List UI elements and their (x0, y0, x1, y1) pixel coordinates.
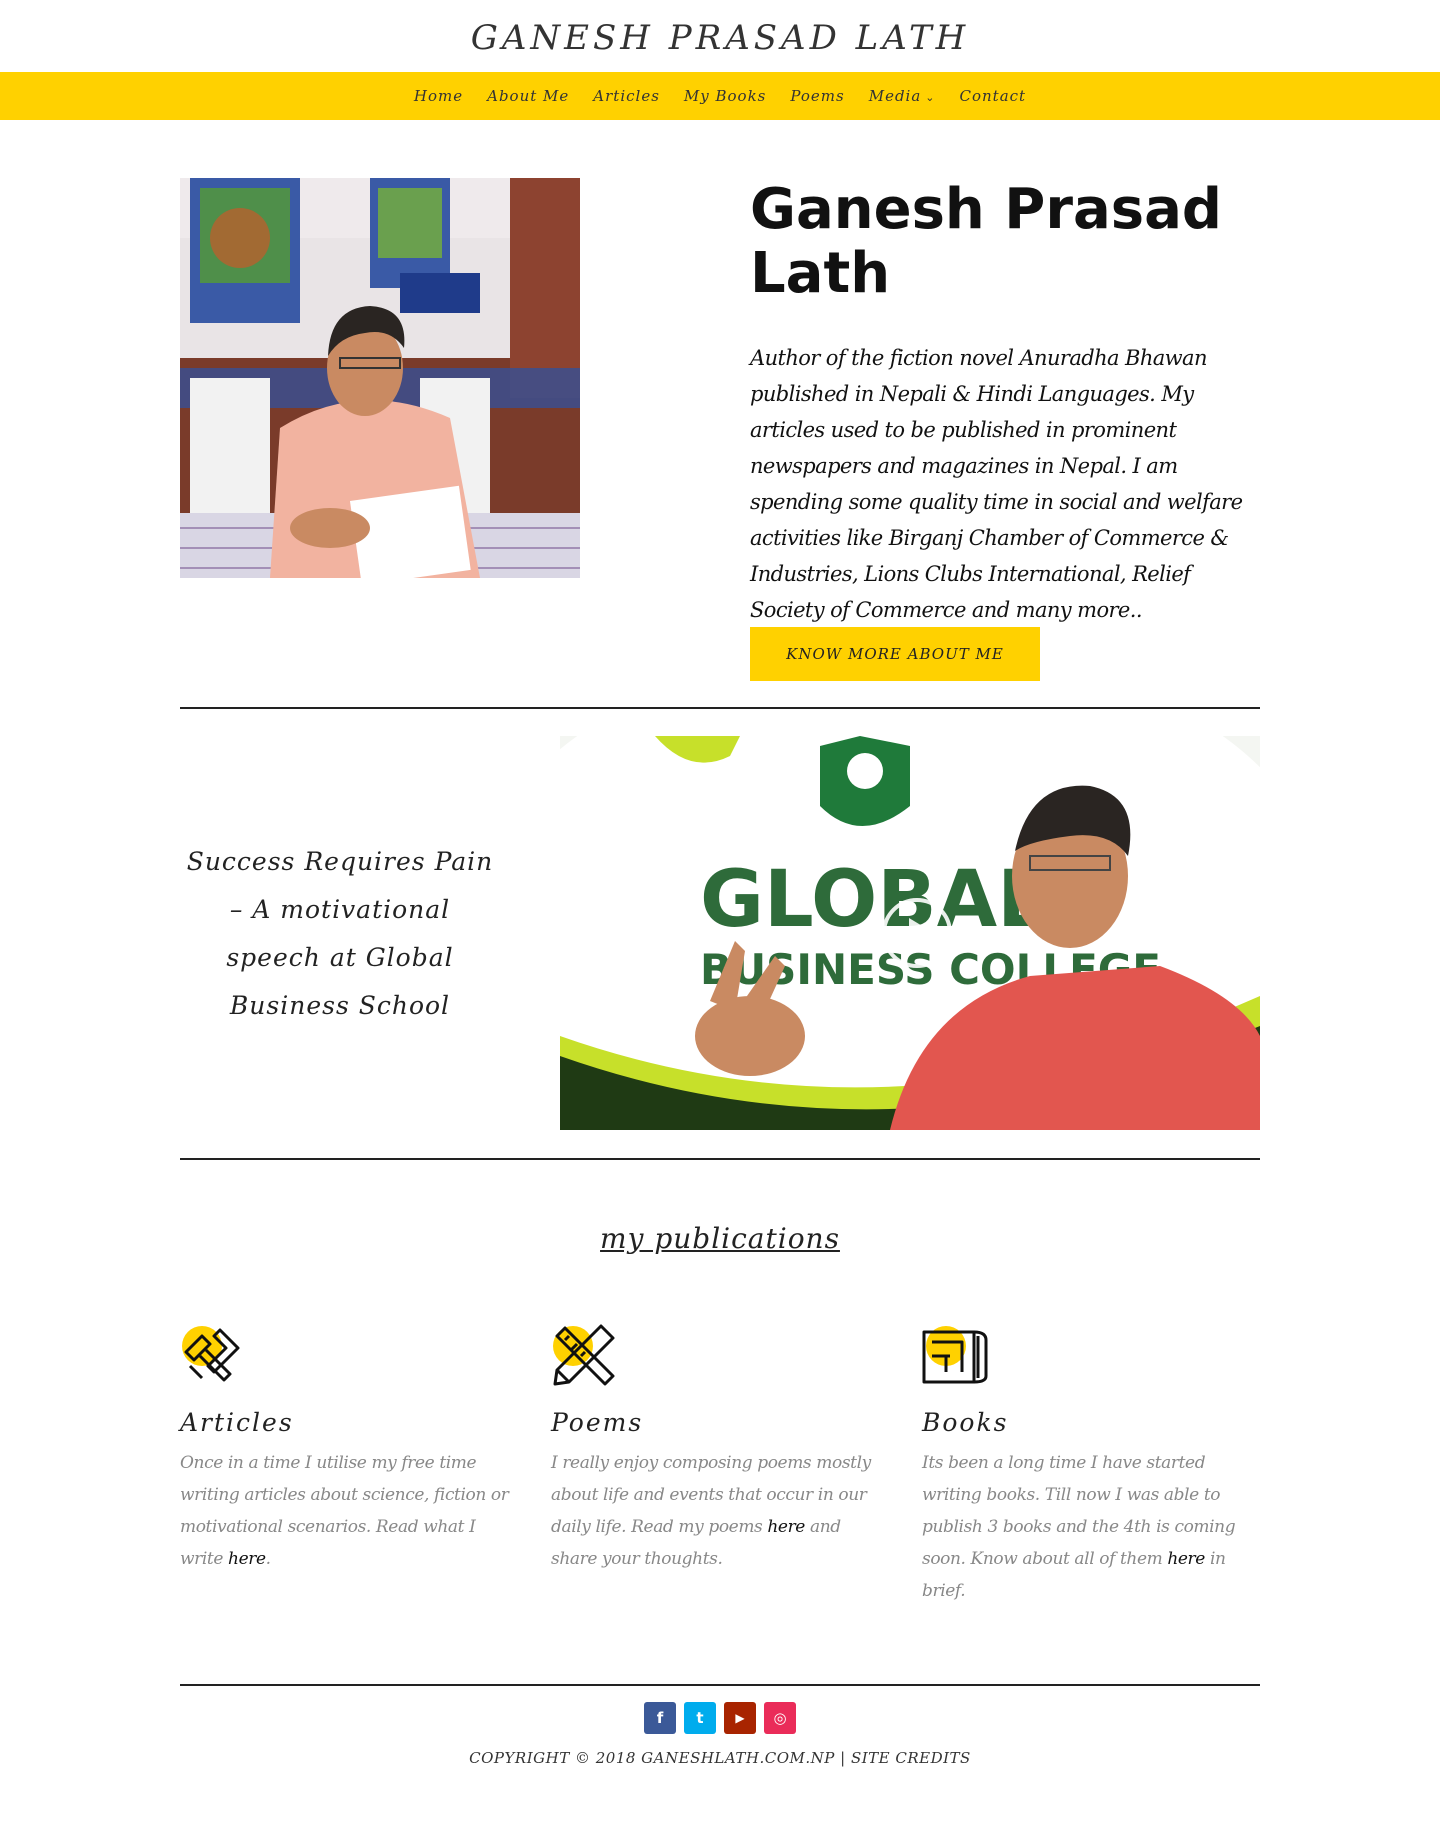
footer-divider (180, 1684, 1260, 1686)
tools-icon (180, 1322, 246, 1388)
know-more-button[interactable]: KNOW MORE ABOUT ME (750, 627, 1040, 681)
nav-about-me[interactable]: About Me (487, 87, 569, 105)
instagram-icon[interactable]: ◎ (764, 1702, 796, 1734)
blueprint-icon (922, 1322, 988, 1388)
social-links: f t ▶ ◎ (0, 1702, 1440, 1734)
author-photo (180, 178, 580, 578)
nav-my-books[interactable]: My Books (684, 87, 766, 105)
nav-poems[interactable]: Poems (790, 87, 844, 105)
section-divider (180, 1158, 1260, 1160)
banner-text-global: GLOBAL (700, 855, 1047, 945)
nav-contact[interactable]: Contact (960, 87, 1027, 105)
nav-home[interactable]: Home (414, 87, 463, 105)
author-bio: Author of the fiction novel Anuradha Bha… (750, 346, 1243, 622)
copyright-text: COPYRIGHT © 2018 GANESHLATH.COM.NP | SIT… (469, 1749, 971, 1767)
twitter-icon[interactable]: t (684, 1702, 716, 1734)
publication-title: Poems (551, 1408, 644, 1437)
publications-heading: my publications (600, 1222, 840, 1255)
publication-title: Books (922, 1408, 1009, 1437)
nav-media[interactable]: Media ⌄ (869, 87, 936, 105)
poems-link[interactable]: here (767, 1517, 805, 1537)
play-icon[interactable] (880, 896, 954, 970)
publication-poems: Poems I really enjoy composing poems mos… (551, 1322, 891, 1575)
publication-text-end: . (265, 1549, 271, 1569)
publication-description: Once in a time I utilise my free time wr… (180, 1447, 520, 1575)
nav-media-label: Media (868, 87, 922, 105)
youtube-icon[interactable]: ▶ (724, 1702, 756, 1734)
publication-description: I really enjoy composing poems mostly ab… (551, 1447, 891, 1575)
publication-description: Its been a long time I have started writ… (922, 1447, 1262, 1607)
section-divider (180, 707, 1260, 709)
video-player[interactable]: GLOBAL BUSINESS COLLEGE (560, 736, 1260, 1130)
author-name-heading: Ganesh Prasad Lath (750, 177, 1222, 306)
site-logo[interactable]: GANESH PRASAD LATH (0, 18, 1440, 58)
video-caption: Success Requires Pain – A motivational s… (186, 847, 494, 1020)
articles-link[interactable]: here (228, 1549, 266, 1569)
site-header: GANESH PRASAD LATH Home About Me Article… (0, 0, 1440, 120)
chevron-down-icon: ⌄ (925, 91, 936, 104)
nav-articles[interactable]: Articles (593, 87, 660, 105)
publication-articles: Articles Once in a time I utilise my fre… (180, 1322, 520, 1575)
pencil-ruler-icon (551, 1322, 617, 1388)
books-link[interactable]: here (1167, 1549, 1205, 1569)
publication-books: Books Its been a long time I have starte… (922, 1322, 1262, 1607)
facebook-icon[interactable]: f (644, 1702, 676, 1734)
main-nav: Home About Me Articles My Books Poems Me… (0, 72, 1440, 120)
publication-title: Articles (180, 1408, 294, 1437)
